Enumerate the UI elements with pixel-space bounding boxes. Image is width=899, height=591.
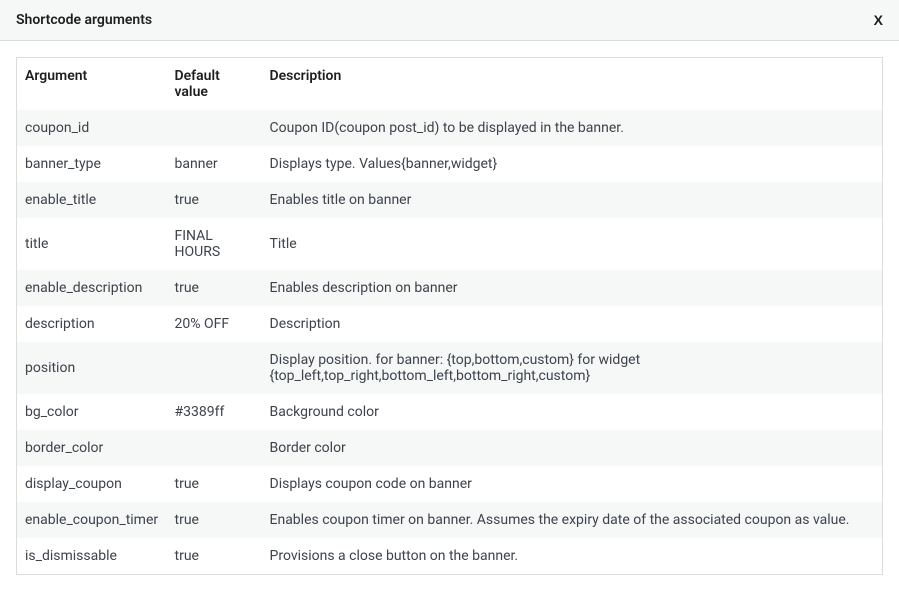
column-header-argument: Argument xyxy=(17,58,167,111)
cell-description: Enables description on banner xyxy=(262,270,883,306)
cell-description: Displays coupon code on banner xyxy=(262,466,883,502)
cell-argument: bg_color xyxy=(17,394,167,430)
cell-description: Enables title on banner xyxy=(262,182,883,218)
cell-argument: enable_description xyxy=(17,270,167,306)
table-row: display_coupontrueDisplays coupon code o… xyxy=(17,466,883,502)
cell-default-value: true xyxy=(167,182,262,218)
cell-argument: enable_title xyxy=(17,182,167,218)
cell-description: Border color xyxy=(262,430,883,466)
cell-default-value: FINAL HOURS xyxy=(167,218,262,270)
cell-description: Background color xyxy=(262,394,883,430)
cell-description: Coupon ID(coupon post_id) to be displaye… xyxy=(262,110,883,146)
cell-default-value: #3389ff xyxy=(167,394,262,430)
cell-argument: banner_type xyxy=(17,146,167,182)
table-header-row: Argument Default value Description xyxy=(17,58,883,111)
table-row: banner_typebannerDisplays type. Values{b… xyxy=(17,146,883,182)
cell-argument: coupon_id xyxy=(17,110,167,146)
modal-header: Shortcode arguments X xyxy=(0,0,899,41)
table-row: position Display position. for banner: {t… xyxy=(17,342,883,394)
cell-default-value: true xyxy=(167,270,262,306)
cell-default-value: true xyxy=(167,538,262,575)
modal-content: Argument Default value Description coupo… xyxy=(0,41,899,591)
column-header-description: Description xyxy=(262,58,883,111)
table-row: enable_coupon_timertrueEnables coupon ti… xyxy=(17,502,883,538)
cell-description: Displays type. Values{banner,widget} xyxy=(262,146,883,182)
cell-argument: display_coupon xyxy=(17,466,167,502)
modal-title: Shortcode arguments xyxy=(16,12,152,28)
table-row: is_dismissabletrueProvisions a close but… xyxy=(17,538,883,575)
cell-default-value: banner xyxy=(167,146,262,182)
cell-argument: border_color xyxy=(17,430,167,466)
table-row: titleFINAL HOURSTitle xyxy=(17,218,883,270)
table-row: coupon_id Coupon ID(coupon post_id) to be… xyxy=(17,110,883,146)
table-row: description20% OFFDescription xyxy=(17,306,883,342)
cell-argument: title xyxy=(17,218,167,270)
table-row: border_color Border color xyxy=(17,430,883,466)
cell-default-value: true xyxy=(167,466,262,502)
cell-description: Title xyxy=(262,218,883,270)
close-button[interactable]: X xyxy=(874,12,883,28)
arguments-table: Argument Default value Description coupo… xyxy=(16,57,883,575)
cell-argument: is_dismissable xyxy=(17,538,167,575)
cell-description: Display position. for banner: {top,botto… xyxy=(262,342,883,394)
cell-default-value: 20% OFF xyxy=(167,306,262,342)
table-row: bg_color#3389ffBackground color xyxy=(17,394,883,430)
cell-description: Provisions a close button on the banner. xyxy=(262,538,883,575)
cell-argument: position xyxy=(17,342,167,394)
cell-default-value: true xyxy=(167,502,262,538)
cell-description: Enables coupon timer on banner. Assumes … xyxy=(262,502,883,538)
cell-argument: enable_coupon_timer xyxy=(17,502,167,538)
cell-default-value xyxy=(167,430,262,466)
cell-default-value xyxy=(167,342,262,394)
column-header-default: Default value xyxy=(167,58,262,111)
table-row: enable_descriptiontrueEnables descriptio… xyxy=(17,270,883,306)
cell-default-value xyxy=(167,110,262,146)
cell-description: Description xyxy=(262,306,883,342)
cell-argument: description xyxy=(17,306,167,342)
table-row: enable_titletrueEnables title on banner xyxy=(17,182,883,218)
